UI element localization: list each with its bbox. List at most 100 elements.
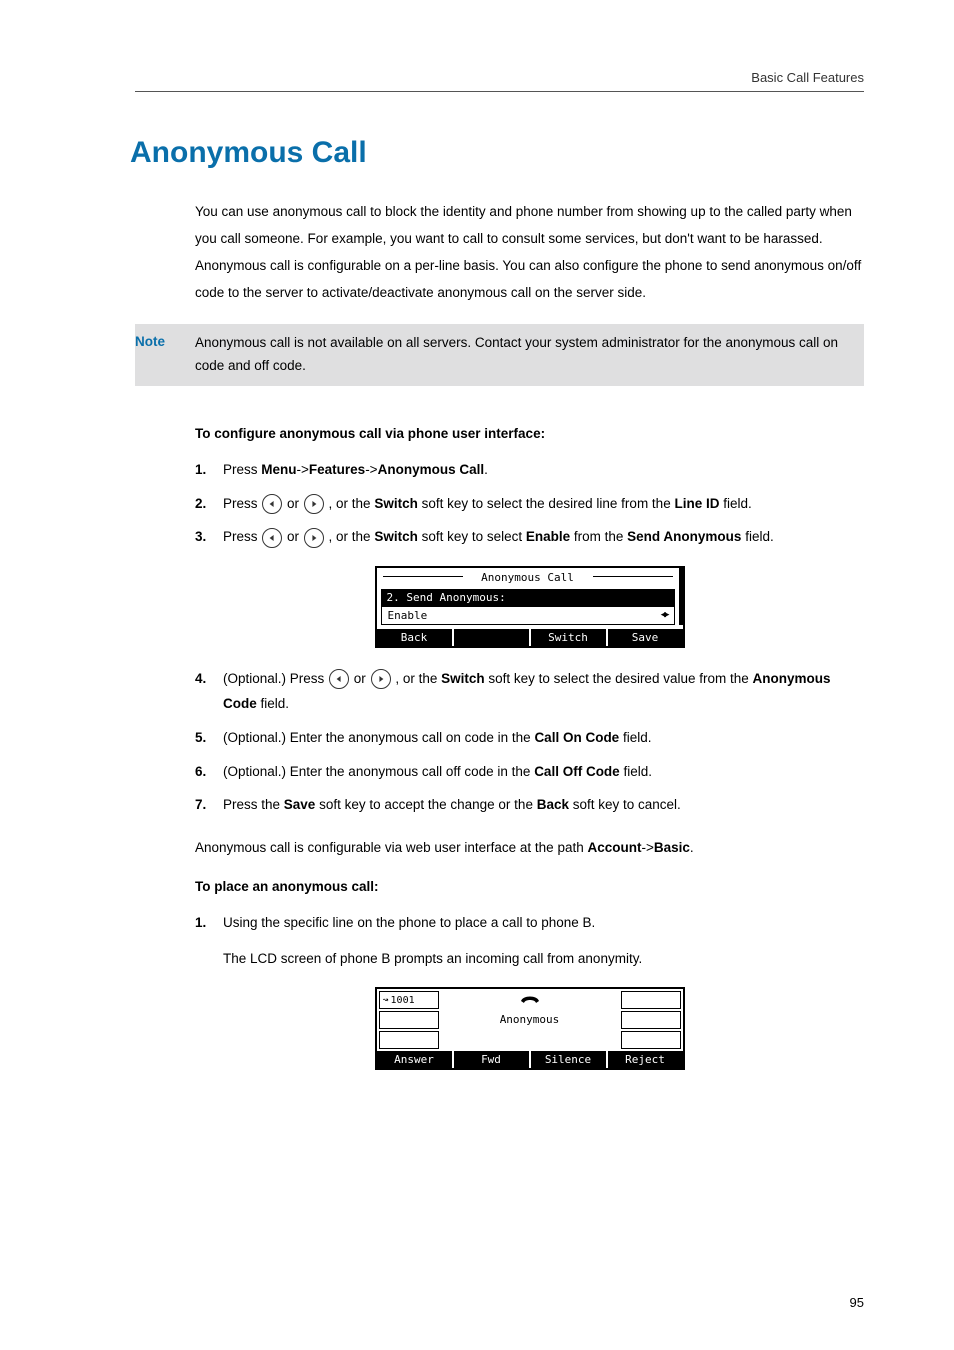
step-2: Press or , or the Switch soft key to sel…: [195, 491, 864, 517]
text: Press: [223, 529, 261, 544]
line-id-label: Line ID: [674, 496, 719, 511]
note-box: Note Anonymous call is not available on …: [135, 324, 864, 386]
text: , or the: [325, 529, 375, 544]
lcd-field-label: 2. Send Anonymous:: [381, 589, 675, 606]
text: field.: [257, 696, 289, 711]
place-steps: Using the specific line on the phone to …: [195, 910, 864, 971]
right-arrow-icon: [304, 528, 324, 548]
softkey-save: Save: [608, 629, 683, 646]
anonymous-call-label: Anonymous Call: [378, 462, 485, 477]
intro-paragraph: You can use anonymous call to block the …: [195, 198, 864, 306]
lcd-value-text: Enable: [388, 609, 428, 622]
note-text: Anonymous call is not available on all s…: [195, 332, 854, 378]
step-7: Press the Save soft key to accept the ch…: [195, 792, 864, 818]
lcd-empty-box: [379, 1011, 439, 1029]
text: Using the specific line on the phone to …: [223, 915, 595, 930]
text: field.: [741, 529, 773, 544]
page-number: 95: [850, 1295, 864, 1310]
step-6: (Optional.) Enter the anonymous call off…: [195, 759, 864, 785]
step-5: (Optional.) Enter the anonymous call on …: [195, 725, 864, 751]
softkey-switch: Switch: [531, 629, 608, 646]
text: (Optional.) Enter the anonymous call on …: [223, 730, 534, 745]
text: soft key to accept the change or the: [315, 797, 536, 812]
text: or: [283, 496, 303, 511]
place-step-1: Using the specific line on the phone to …: [195, 910, 864, 971]
step-4: (Optional.) Press or , or the Switch sof…: [195, 666, 864, 717]
lcd-field-value: Enable ◀▶: [381, 606, 675, 625]
text: Press: [223, 496, 261, 511]
place-heading: To place an anonymous call:: [195, 879, 864, 894]
configure-steps: Press Menu->Features->Anonymous Call. Pr…: [195, 457, 864, 550]
lcd-line-number: 1001: [391, 995, 415, 1006]
text: Anonymous call is configurable via web u…: [195, 840, 587, 855]
left-arrow-icon: [262, 494, 282, 514]
enable-label: Enable: [526, 529, 570, 544]
incoming-call-icon: ↝: [383, 995, 389, 1006]
left-arrow-icon: [262, 528, 282, 548]
text: Press: [223, 462, 261, 477]
configure-steps-cont: (Optional.) Press or , or the Switch sof…: [195, 666, 864, 818]
softkey-fwd: Fwd: [454, 1051, 531, 1068]
text: or: [350, 671, 370, 686]
phone-icon: [519, 993, 541, 1007]
softkey-back: Back: [377, 629, 454, 646]
lcd-title: Anonymous Call: [377, 568, 679, 585]
features-label: Features: [309, 462, 365, 477]
lcd-empty-box: [621, 1011, 681, 1029]
left-arrow-icon: [329, 669, 349, 689]
text: (Optional.) Press: [223, 671, 328, 686]
call-on-code-label: Call On Code: [534, 730, 619, 745]
softkey-silence: Silence: [531, 1051, 608, 1068]
basic-label: Basic: [654, 840, 690, 855]
lcd-softkeys: Back Switch Save: [377, 629, 683, 646]
configure-heading: To configure anonymous call via phone us…: [195, 426, 864, 441]
text: soft key to select: [418, 529, 526, 544]
switch-label: Switch: [374, 529, 418, 544]
text: soft key to select the desired line from…: [418, 496, 675, 511]
softkey-answer: Answer: [377, 1051, 454, 1068]
text: field.: [620, 764, 652, 779]
right-arrow-icon: [371, 669, 391, 689]
lcd-screenshot-anonymous-call: Anonymous Call 2. Send Anonymous: Enable…: [375, 566, 685, 648]
text: field.: [719, 496, 751, 511]
page-header: Basic Call Features: [135, 70, 864, 92]
text: soft key to cancel.: [569, 797, 681, 812]
lcd-softkeys: Answer Fwd Silence Reject: [377, 1051, 683, 1068]
softkey-empty: [454, 629, 531, 646]
call-off-code-label: Call Off Code: [534, 764, 620, 779]
lcd-line-box: ↝1001: [379, 991, 439, 1009]
text: ->: [297, 462, 309, 477]
text: field.: [619, 730, 651, 745]
page-title: Anonymous Call: [130, 136, 864, 170]
header-section: Basic Call Features: [751, 70, 864, 85]
text: .: [484, 462, 488, 477]
text: from the: [570, 529, 627, 544]
back-label: Back: [537, 797, 569, 812]
send-anonymous-label: Send Anonymous: [627, 529, 741, 544]
text: or: [283, 529, 303, 544]
text: (Optional.) Enter the anonymous call off…: [223, 764, 534, 779]
save-label: Save: [284, 797, 316, 812]
softkey-reject: Reject: [608, 1051, 683, 1068]
text: ->: [641, 840, 653, 855]
lcd-empty-box: [621, 1031, 681, 1049]
right-arrow-icon: [304, 494, 324, 514]
web-path-note: Anonymous call is configurable via web u…: [195, 834, 864, 861]
account-label: Account: [587, 840, 641, 855]
text: ->: [365, 462, 377, 477]
step-1: Press Menu->Features->Anonymous Call.: [195, 457, 864, 483]
place-step-1-sub: The LCD screen of phone B prompts an inc…: [223, 946, 864, 972]
text: .: [690, 840, 694, 855]
text: , or the: [325, 496, 375, 511]
switch-label: Switch: [441, 671, 485, 686]
lcd-empty-box: [621, 991, 681, 1009]
left-right-indicator-icon: ◀▶: [661, 610, 668, 620]
lcd-empty-box: [379, 1031, 439, 1049]
lcd-screenshot-incoming-anonymous: ↝1001 Anonymous Answer: [375, 987, 685, 1070]
lcd-caller-name: Anonymous: [500, 1013, 560, 1026]
text: Press the: [223, 797, 284, 812]
note-label: Note: [135, 332, 195, 378]
text: soft key to select the desired value fro…: [485, 671, 753, 686]
step-3: Press or , or the Switch soft key to sel…: [195, 524, 864, 550]
menu-label: Menu: [261, 462, 296, 477]
